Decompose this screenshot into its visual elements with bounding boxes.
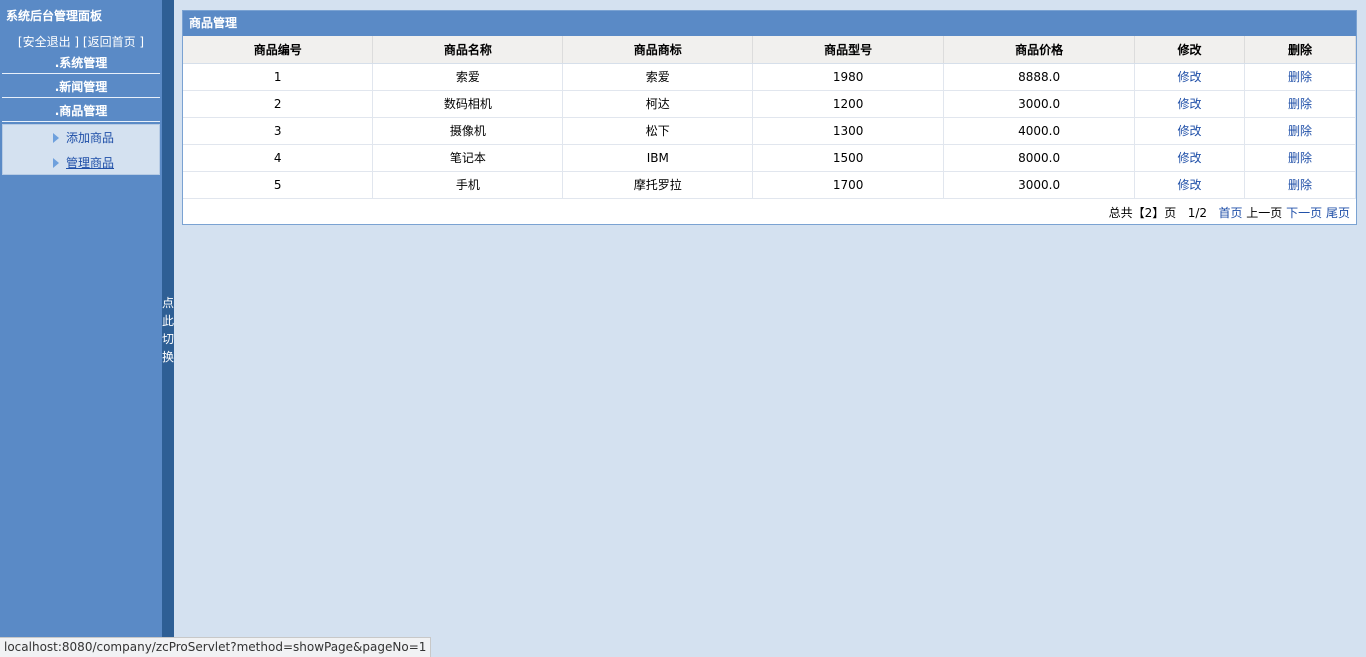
product-submenu: 添加商品 管理商品 bbox=[2, 124, 160, 175]
submenu-manage-product-label: 管理商品 bbox=[66, 156, 115, 170]
header-delete: 删除 bbox=[1244, 36, 1356, 64]
cell-name: 手机 bbox=[372, 171, 564, 199]
cell-brand: 摩托罗拉 bbox=[562, 171, 754, 199]
cell-name: 笔记本 bbox=[372, 144, 564, 172]
cell-name: 摄像机 bbox=[372, 117, 564, 145]
menu-system[interactable]: .系统管理 bbox=[2, 52, 160, 74]
cell-id: 2 bbox=[183, 90, 374, 118]
table-row: 5 手机 摩托罗拉 1700 3000.0 修改 删除 bbox=[183, 171, 1356, 199]
sidebar-toggle-bar[interactable]: 点 此 切 换 bbox=[162, 0, 174, 657]
sidebar: 系统后台管理面板 [安全退出 ] [返回首页 ] .系统管理 .新闻管理 .商品… bbox=[0, 0, 162, 657]
delete-link[interactable]: 删除 bbox=[1244, 63, 1356, 91]
edit-link[interactable]: 修改 bbox=[1134, 144, 1245, 172]
header-price: 商品价格 bbox=[943, 36, 1136, 64]
cell-name: 数码相机 bbox=[372, 90, 564, 118]
cell-name: 索爱 bbox=[372, 63, 564, 91]
toggle-char: 换 bbox=[162, 350, 175, 364]
header-model: 商品型号 bbox=[752, 36, 945, 64]
cell-price: 3000.0 bbox=[943, 171, 1136, 199]
triangle-right-icon bbox=[53, 158, 59, 168]
delete-link[interactable]: 删除 bbox=[1244, 90, 1356, 118]
cell-model: 1500 bbox=[752, 144, 945, 172]
cell-id: 1 bbox=[183, 63, 374, 91]
pagination-next-link[interactable]: 下一页 bbox=[1286, 206, 1322, 220]
pagination-total: 总共【2】页 bbox=[1108, 206, 1177, 220]
pagination-prev-disabled: 上一页 bbox=[1246, 206, 1283, 220]
edit-link[interactable]: 修改 bbox=[1134, 63, 1245, 91]
product-panel: 商品管理 商品编号 商品名称 商品商标 商品型号 商品价格 修改 删除 1 索爱… bbox=[182, 10, 1357, 225]
pagination-first-link[interactable]: 首页 bbox=[1218, 206, 1242, 220]
edit-link[interactable]: 修改 bbox=[1134, 90, 1245, 118]
pagination-current: 1/2 bbox=[1187, 206, 1207, 220]
cell-brand: 索爱 bbox=[562, 63, 754, 91]
sidebar-title: 系统后台管理面板 bbox=[6, 9, 103, 23]
sidebar-links: [安全退出 ] [返回首页 ] bbox=[0, 33, 162, 50]
header-name: 商品名称 bbox=[372, 36, 564, 64]
cell-model: 1700 bbox=[752, 171, 945, 199]
submenu-add-product-label: 添加商品 bbox=[66, 131, 115, 145]
table-row: 3 摄像机 松下 1300 4000.0 修改 删除 bbox=[183, 117, 1356, 145]
cell-id: 5 bbox=[183, 171, 374, 199]
table-row: 4 笔记本 IBM 1500 8000.0 修改 删除 bbox=[183, 144, 1356, 172]
cell-model: 1200 bbox=[752, 90, 945, 118]
edit-link[interactable]: 修改 bbox=[1134, 117, 1245, 145]
toggle-char: 点 bbox=[162, 296, 175, 310]
submenu-manage-product[interactable]: 管理商品 bbox=[53, 154, 114, 172]
menu-products[interactable]: .商品管理 bbox=[2, 100, 160, 122]
header-edit: 修改 bbox=[1134, 36, 1245, 64]
cell-price: 3000.0 bbox=[943, 90, 1136, 118]
cell-price: 8888.0 bbox=[943, 63, 1136, 91]
home-link[interactable]: [返回首页 ] bbox=[83, 35, 144, 49]
cell-price: 4000.0 bbox=[943, 117, 1136, 145]
header-brand: 商品商标 bbox=[562, 36, 754, 64]
header-id: 商品编号 bbox=[183, 36, 374, 64]
delete-link[interactable]: 删除 bbox=[1244, 171, 1356, 199]
table-row: 2 数码相机 柯达 1200 3000.0 修改 删除 bbox=[183, 90, 1356, 118]
logout-link[interactable]: [安全退出 ] bbox=[18, 35, 79, 49]
pagination-last-link[interactable]: 尾页 bbox=[1326, 206, 1350, 220]
table-header-row: 商品编号 商品名称 商品商标 商品型号 商品价格 修改 删除 bbox=[183, 36, 1356, 64]
table-row: 1 索爱 索爱 1980 8888.0 修改 删除 bbox=[183, 63, 1356, 91]
cell-brand: 柯达 bbox=[562, 90, 754, 118]
cell-brand: 松下 bbox=[562, 117, 754, 145]
product-table: 商品编号 商品名称 商品商标 商品型号 商品价格 修改 删除 1 索爱 索爱 1… bbox=[183, 36, 1356, 199]
browser-status-bar: localhost:8080/company/zcProServlet?meth… bbox=[0, 637, 432, 657]
cell-brand: IBM bbox=[562, 144, 754, 172]
cell-model: 1300 bbox=[752, 117, 945, 145]
cell-id: 4 bbox=[183, 144, 374, 172]
triangle-right-icon bbox=[53, 133, 59, 143]
menu-news[interactable]: .新闻管理 bbox=[2, 76, 160, 98]
toggle-char: 切 bbox=[162, 332, 175, 346]
edit-link[interactable]: 修改 bbox=[1134, 171, 1245, 199]
cell-price: 8000.0 bbox=[943, 144, 1136, 172]
pagination: 总共【2】页 1/2 首页 上一页 下一页 尾页 bbox=[1109, 204, 1350, 221]
toggle-label: 点 此 切 换 bbox=[162, 294, 174, 366]
delete-link[interactable]: 删除 bbox=[1244, 144, 1356, 172]
panel-title: 商品管理 bbox=[183, 11, 1356, 36]
submenu-add-product[interactable]: 添加商品 bbox=[53, 129, 114, 147]
cell-id: 3 bbox=[183, 117, 374, 145]
cell-model: 1980 bbox=[752, 63, 945, 91]
toggle-char: 此 bbox=[162, 314, 175, 328]
delete-link[interactable]: 删除 bbox=[1244, 117, 1356, 145]
